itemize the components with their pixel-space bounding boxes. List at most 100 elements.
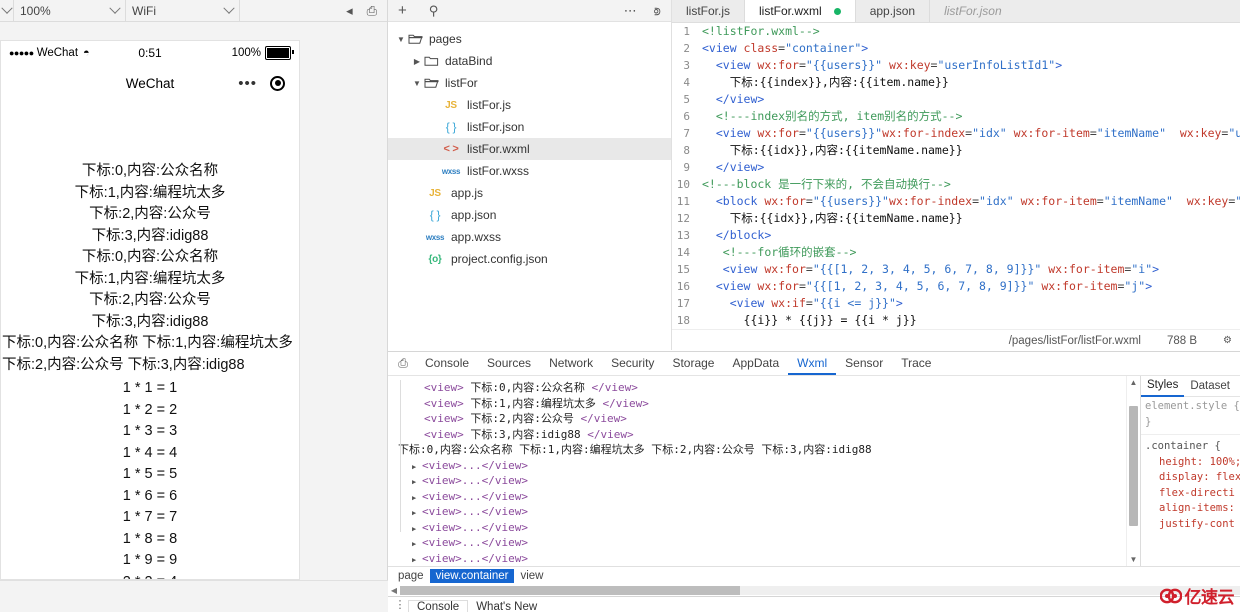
file-tree-item-listFor-wxss[interactable]: wxss listFor.wxss — [388, 160, 671, 182]
line-number: 14 — [676, 246, 690, 259]
wxml-open-tag: <view> — [424, 396, 464, 410]
speaker-mute-icon[interactable]: ◂ — [346, 4, 353, 17]
css-property[interactable]: height: 100%; — [1145, 455, 1240, 471]
scroll-up-arrow-icon[interactable]: ▲ — [1127, 378, 1140, 387]
wxml-tree-row[interactable]: 下标:0,内容:公众名称 下标:1,内容:编程坑太多 下标:2,内容:公众号 下… — [398, 442, 1126, 458]
devtools-tab-appdata[interactable]: AppData — [723, 352, 788, 375]
wxml-close-tag: </view> — [591, 381, 638, 394]
styles-tab-styles[interactable]: Styles — [1141, 376, 1185, 397]
devtools-tab-storage[interactable]: Storage — [663, 352, 723, 375]
wxml-tree-scrollbar[interactable]: ▲ ▼ — [1126, 376, 1140, 566]
ellipsis-icon[interactable]: ⋯ — [624, 4, 638, 17]
file-tree-item-listFor[interactable]: ▼ listFor — [388, 72, 671, 94]
code-area[interactable]: 1 <!listFor.wxml--> 2 <view class="containe… — [672, 23, 1240, 329]
multiplication-line: 1 * 4 = 4 — [122, 444, 178, 461]
file-tree-item-listFor-wxml[interactable]: < > listFor.wxml — [388, 138, 671, 160]
wxml-ellipsis: ... — [461, 536, 482, 549]
file-tree-item-app-js[interactable]: JS app.js — [388, 182, 671, 204]
editor-tab-listFor-json[interactable]: listFor.json — [930, 0, 1016, 22]
styles-tab-dataset[interactable]: Dataset — [1184, 377, 1236, 396]
wxml-tree-row[interactable]: <view> 下标:1,内容:编程坑太多 </view> — [398, 396, 1126, 412]
hscroll-track[interactable] — [400, 586, 1240, 595]
wxml-tree-row[interactable]: ▶ <view>...</view> — [398, 535, 1126, 551]
devtools-tab-sources[interactable]: Sources — [478, 352, 540, 375]
wxml-tree-row[interactable]: ▶ <view>...</view> — [398, 520, 1126, 536]
wxml-tree-row[interactable]: ▶ <view>...</view> — [398, 458, 1126, 474]
file-tree-item-listFor-js[interactable]: JS listFor.js — [388, 94, 671, 116]
code-line-text: </view> — [702, 159, 1240, 176]
phone-status-bar: ●●●●● WeChat ◓ 0:51 100% — [1, 41, 299, 65]
multiplication-line: 1 * 8 = 8 — [122, 530, 178, 547]
wxml-tree-row[interactable]: ▶ <view>...</view> — [398, 551, 1126, 567]
css-property[interactable]: justify-cont — [1145, 517, 1240, 533]
file-tree-item-pages[interactable]: ▼ pages — [388, 28, 671, 50]
more-dots-icon[interactable]: ••• — [238, 76, 257, 91]
css-property[interactable]: align-items: — [1145, 501, 1240, 517]
capsule-target-icon[interactable] — [270, 75, 285, 91]
code-token: class — [743, 41, 779, 55]
scrollbar-thumb[interactable] — [1129, 406, 1138, 526]
file-tree-item-listFor-json[interactable]: { } listFor.json — [388, 116, 671, 138]
line-number: 10 — [676, 178, 690, 191]
breadcrumb-item[interactable]: page — [392, 569, 430, 583]
drawer-menu-icon[interactable]: ⋮ — [392, 599, 408, 610]
code-line: 13 </block> — [672, 227, 1240, 244]
inspect-element-icon[interactable]: ⎙ — [390, 356, 416, 371]
wxml-tree-row[interactable]: ▶ <view>...</view> — [398, 473, 1126, 489]
page-line: 下标:2,内容:公众号 — [89, 206, 211, 222]
devtools-tab-console[interactable]: Console — [416, 352, 478, 375]
editor-tab-listFor-wxml[interactable]: listFor.wxml — [745, 0, 856, 22]
css-property[interactable]: display: flex — [1145, 470, 1240, 486]
plus-icon[interactable]: + — [398, 3, 407, 18]
wxml-tree-row[interactable]: <view> 下标:0,内容:公众名称 </view> — [398, 380, 1126, 396]
file-tree-item-app-wxss[interactable]: wxss app.wxss — [388, 226, 671, 248]
element-style-rule: element.style { } — [1141, 397, 1240, 432]
zoom-select[interactable]: 100% — [14, 0, 126, 21]
breadcrumb-item[interactable]: view — [514, 569, 549, 583]
expand-arrow-icon[interactable]: ▶ — [412, 553, 422, 567]
breadcrumb-item[interactable]: view.container — [429, 569, 515, 583]
scroll-left-arrow-icon[interactable]: ◀ — [388, 586, 400, 595]
code-line-text: <!listFor.wxml--> — [702, 23, 1240, 40]
file-tree-item-dataBind[interactable]: ▶ dataBind — [388, 50, 671, 72]
wxml-tree-row[interactable]: ▶ <view>...</view> — [398, 504, 1126, 520]
collapse-panel-icon[interactable]: ⟄ — [654, 5, 661, 17]
code-token: = — [805, 296, 813, 310]
code-token: <view — [715, 126, 758, 140]
code-token: = — [1089, 126, 1097, 140]
file-tree-item-app-json[interactable]: { } app.json — [388, 204, 671, 226]
devtools-tab-wxml[interactable]: Wxml — [788, 352, 836, 375]
hscroll-thumb[interactable] — [400, 586, 740, 595]
network-value: WiFi — [132, 3, 156, 18]
wxml-open-tag: <view> — [424, 412, 464, 425]
search-icon[interactable]: ⚲ — [429, 4, 439, 17]
devtools-horizontal-scrollbar[interactable]: ◀ — [388, 585, 1240, 596]
code-token: wx:for-item — [1041, 279, 1118, 293]
scroll-down-arrow-icon[interactable]: ▼ — [1127, 555, 1140, 564]
devtools-tab-trace[interactable]: Trace — [892, 352, 940, 375]
bottom-tab-console[interactable]: Console — [408, 599, 469, 612]
screenshot-icon[interactable]: ⎙ — [367, 4, 377, 17]
editor-tab-app-json[interactable]: app.json — [855, 0, 931, 22]
devtools-tab-security[interactable]: Security — [602, 352, 663, 375]
wxml-tree-row[interactable]: <view> 下标:3,内容:idig88 </view> — [398, 427, 1126, 443]
wxml-tree-view[interactable]: <view> 下标:0,内容:公众名称 </view> <view> 下标:1,内… — [388, 376, 1126, 566]
wxml-tree-row[interactable]: <view> 下标:2,内容:公众号 </view> — [398, 411, 1126, 427]
editor-tab-listFor-js[interactable]: listFor.js — [672, 0, 746, 22]
devtools-tab-network[interactable]: Network — [540, 352, 602, 375]
code-token: "user — [1235, 194, 1240, 208]
css-property[interactable]: flex-directi — [1145, 486, 1240, 502]
editor-settings-icon[interactable]: ⚙ — [1223, 335, 1232, 346]
network-select[interactable]: WiFi — [126, 0, 240, 21]
wxml-tree-row[interactable]: ▶ <view>...</view> — [398, 489, 1126, 505]
bottom-tab-what-s-new[interactable]: What's New — [468, 601, 545, 612]
devtools-tab-sensor[interactable]: Sensor — [836, 352, 892, 375]
device-select[interactable] — [0, 0, 14, 21]
file-tree-item-project-config-json[interactable]: {o} project.config.json — [388, 248, 671, 270]
page-line: 下标:1,内容:编程坑太多 — [74, 184, 226, 201]
code-line: 16 <view wx:for="{{[1, 2, 3, 4, 5, 6, 7,… — [672, 278, 1240, 295]
code-token: wx:key — [1186, 194, 1229, 208]
